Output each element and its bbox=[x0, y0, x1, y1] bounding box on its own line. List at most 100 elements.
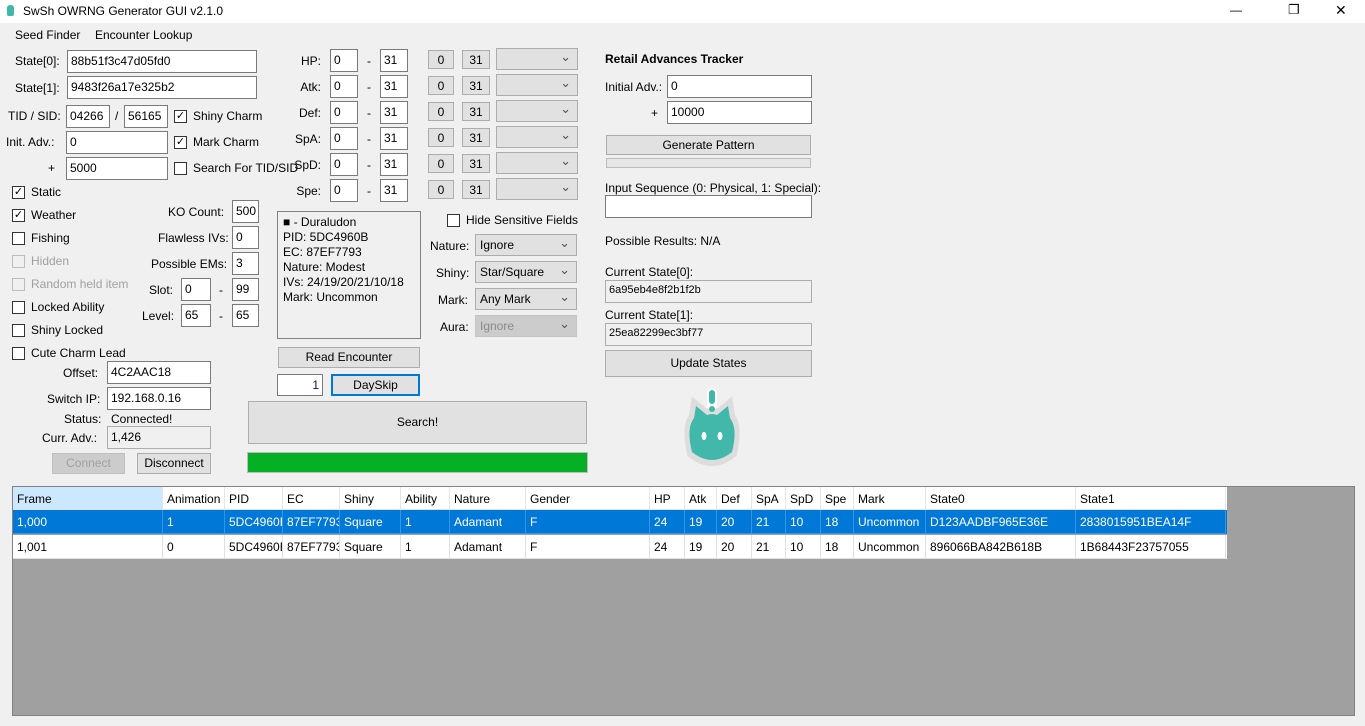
initial-adv-input[interactable]: 0 bbox=[667, 75, 812, 98]
column-header[interactable]: EC bbox=[283, 487, 340, 510]
iv-judge-select[interactable] bbox=[496, 74, 578, 96]
column-header[interactable]: Shiny bbox=[340, 487, 401, 510]
iv-judge-select[interactable] bbox=[496, 178, 578, 200]
tracker-title: Retail Advances Tracker bbox=[605, 52, 744, 66]
fishing-checkbox[interactable]: Fishing bbox=[12, 231, 70, 245]
mark-select[interactable]: Any Mark bbox=[475, 288, 577, 310]
dayskip-count-input[interactable]: 1 bbox=[277, 374, 323, 396]
tid-input[interactable]: 04266 bbox=[66, 105, 110, 128]
state1-input[interactable]: 9483f26a17e325b2 bbox=[67, 76, 257, 99]
menu-seed-finder[interactable]: Seed Finder bbox=[15, 28, 80, 42]
shiny-charm-label: Shiny Charm bbox=[193, 109, 263, 123]
table-row[interactable]: 1,000 1 5DC4960B 87EF7793 Square 1 Adamant F 24 1… bbox=[13, 510, 1227, 534]
column-header[interactable]: PID bbox=[225, 487, 283, 510]
state0-input[interactable]: 88b51f3c47d05fd0 bbox=[67, 50, 257, 73]
iv-set-min-button[interactable]: 0 bbox=[428, 128, 454, 147]
column-header[interactable]: Frame bbox=[13, 487, 163, 510]
hide-sensitive-checkbox[interactable]: Hide Sensitive Fields bbox=[447, 213, 578, 227]
iv-set-max-button[interactable]: 31 bbox=[462, 154, 490, 173]
generate-pattern-button[interactable]: Generate Pattern bbox=[606, 135, 811, 155]
search-button[interactable]: Search! bbox=[248, 401, 587, 444]
iv-min-input[interactable]: 0 bbox=[330, 127, 358, 150]
ip-input[interactable]: 192.168.0.16 bbox=[107, 387, 211, 410]
iv-set-min-button[interactable]: 0 bbox=[428, 76, 454, 95]
iv-max-input[interactable]: 31 bbox=[380, 49, 408, 72]
shiny-charm-checkbox[interactable]: ✓ Shiny Charm bbox=[174, 109, 262, 123]
adv-plus-input[interactable]: 5000 bbox=[66, 157, 168, 180]
close-button[interactable]: ✕ bbox=[1335, 2, 1347, 19]
ems-input[interactable]: 3 bbox=[232, 252, 259, 275]
column-header[interactable]: Def bbox=[717, 487, 752, 510]
menu-encounter-lookup[interactable]: Encounter Lookup bbox=[95, 28, 192, 42]
table-cell: 1,000 bbox=[13, 510, 163, 534]
dayskip-button[interactable]: DaySkip bbox=[331, 374, 420, 396]
column-header[interactable]: State0 bbox=[926, 487, 1076, 510]
weather-checkbox[interactable]: ✓ Weather bbox=[12, 208, 76, 222]
iv-max-input[interactable]: 31 bbox=[380, 179, 408, 202]
offset-input[interactable]: 4C2AAC18 bbox=[107, 361, 211, 384]
iv-set-max-button[interactable]: 31 bbox=[462, 180, 490, 199]
iv-set-max-button[interactable]: 31 bbox=[462, 102, 490, 121]
iv-min-input[interactable]: 0 bbox=[330, 179, 358, 202]
shiny-locked-checkbox[interactable]: Shiny Locked bbox=[12, 323, 103, 337]
iv-max-input[interactable]: 31 bbox=[380, 153, 408, 176]
column-header[interactable]: State1 bbox=[1076, 487, 1226, 510]
nature-select[interactable]: Ignore bbox=[475, 234, 577, 256]
read-encounter-button[interactable]: Read Encounter bbox=[278, 347, 420, 368]
column-header[interactable]: Gender bbox=[526, 487, 650, 510]
iv-set-min-button[interactable]: 0 bbox=[428, 50, 454, 69]
iv-min-input[interactable]: 0 bbox=[330, 153, 358, 176]
column-header[interactable]: Atk bbox=[685, 487, 717, 510]
locked-ability-checkbox[interactable]: Locked Ability bbox=[12, 300, 104, 314]
cute-charm-checkbox[interactable]: Cute Charm Lead bbox=[12, 346, 126, 360]
column-header[interactable]: HP bbox=[650, 487, 685, 510]
nature-label: Nature: bbox=[430, 239, 470, 253]
iv-min-input[interactable]: 0 bbox=[330, 101, 358, 124]
iv-max-input[interactable]: 31 bbox=[380, 101, 408, 124]
search-tidsid-checkbox[interactable]: Search For TID/SID bbox=[174, 161, 298, 175]
search-tidsid-label: Search For TID/SID bbox=[193, 161, 299, 175]
column-header[interactable]: SpD bbox=[786, 487, 821, 510]
input-sequence-input[interactable] bbox=[605, 195, 812, 218]
iv-set-max-button[interactable]: 31 bbox=[462, 76, 490, 95]
init-adv-input[interactable]: 0 bbox=[66, 131, 168, 154]
ko-input[interactable]: 500 bbox=[232, 200, 259, 223]
mark-charm-checkbox[interactable]: ✓ Mark Charm bbox=[174, 135, 259, 149]
iv-min-input[interactable]: 0 bbox=[330, 75, 358, 98]
tracker-plus-input[interactable]: 10000 bbox=[667, 101, 812, 124]
flawless-input[interactable]: 0 bbox=[232, 226, 259, 249]
column-header[interactable]: SpA bbox=[752, 487, 786, 510]
iv-set-min-button[interactable]: 0 bbox=[428, 102, 454, 121]
minimize-button[interactable]: — bbox=[1230, 3, 1242, 17]
static-checkbox[interactable]: ✓ Static bbox=[12, 185, 61, 199]
iv-set-max-button[interactable]: 31 bbox=[462, 50, 490, 69]
iv-judge-select[interactable] bbox=[496, 152, 578, 174]
slot-min[interactable]: 0 bbox=[181, 278, 211, 301]
shiny-select[interactable]: Star/Square bbox=[475, 261, 577, 283]
disconnect-button[interactable]: Disconnect bbox=[137, 453, 211, 474]
level-max[interactable]: 65 bbox=[232, 304, 259, 327]
column-header[interactable]: Nature bbox=[450, 487, 526, 510]
dash: - bbox=[367, 106, 371, 120]
iv-set-min-button[interactable]: 0 bbox=[428, 154, 454, 173]
iv-max-input[interactable]: 31 bbox=[380, 75, 408, 98]
column-header[interactable]: Animation bbox=[163, 487, 225, 510]
iv-judge-select[interactable] bbox=[496, 100, 578, 122]
app-icon bbox=[7, 5, 14, 16]
iv-min-input[interactable]: 0 bbox=[330, 49, 358, 72]
level-min[interactable]: 65 bbox=[181, 304, 211, 327]
slot-max[interactable]: 99 bbox=[232, 278, 259, 301]
update-states-button[interactable]: Update States bbox=[605, 350, 812, 377]
iv-judge-select[interactable] bbox=[496, 48, 578, 70]
restore-button[interactable]: ❐ bbox=[1288, 2, 1300, 18]
iv-max-input[interactable]: 31 bbox=[380, 127, 408, 150]
iv-judge-select[interactable] bbox=[496, 126, 578, 148]
column-header[interactable]: Spe bbox=[821, 487, 854, 510]
table-row[interactable]: 1,001 0 5DC4960B 87EF7793 Square 1 Adamant F 24 1… bbox=[13, 535, 1227, 559]
iv-set-max-button[interactable]: 31 bbox=[462, 128, 490, 147]
sid-input[interactable]: 56165 bbox=[124, 105, 168, 128]
column-header[interactable]: Mark bbox=[854, 487, 926, 510]
column-header[interactable]: Ability bbox=[401, 487, 450, 510]
iv-set-min-button[interactable]: 0 bbox=[428, 180, 454, 199]
results-table[interactable]: Frame Animation PID EC Shiny Ability Nature Gen… bbox=[12, 486, 1355, 716]
